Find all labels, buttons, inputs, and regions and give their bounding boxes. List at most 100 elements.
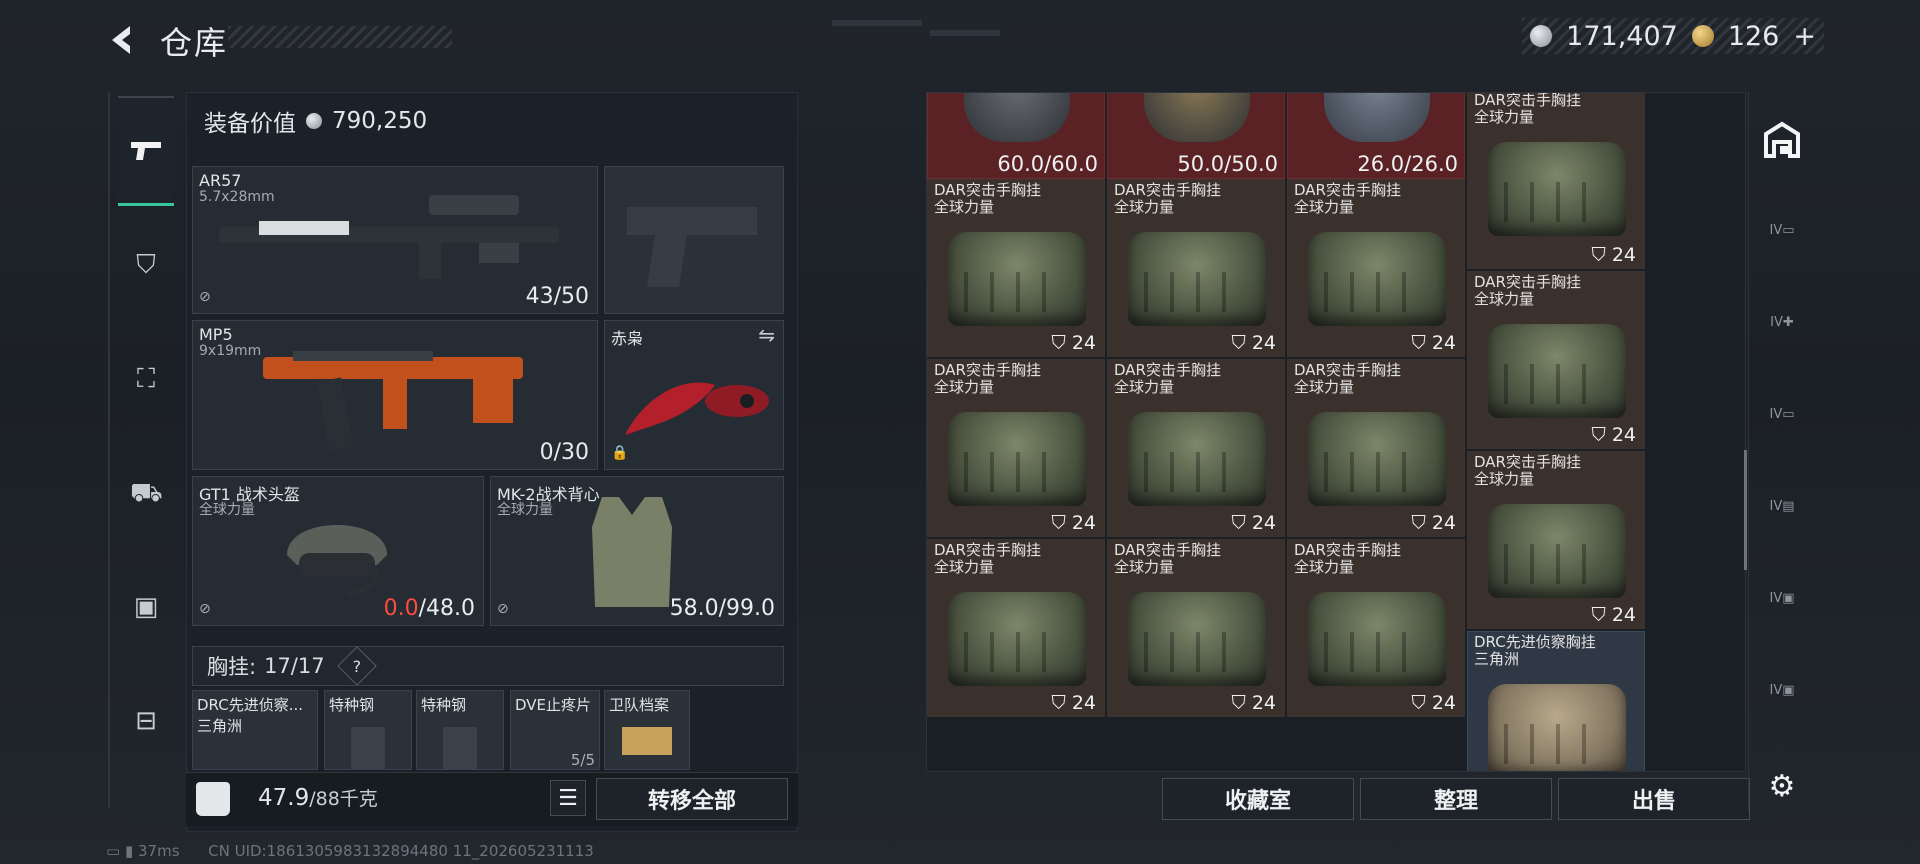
stash-item-chest-rig[interactable]: DAR突击手胸挂 全球力量 ⛉ 24 (1467, 451, 1645, 629)
item-label: DAR突击手胸挂 全球力量 (1474, 273, 1581, 308)
tab-stash-5[interactable]: IV ▣ (1757, 568, 1807, 628)
tab-stash-3[interactable]: IV ▭ (1757, 384, 1807, 444)
chest-rig-header: 胸挂: 17/17 ? (192, 646, 784, 686)
stash-item-mask[interactable]: 26.0/26.0 (1287, 93, 1465, 179)
chest-rig-label: 胸挂: (207, 655, 257, 679)
item-count: ⛉ 24 (1051, 332, 1096, 354)
tab-stash-6[interactable]: IV ▣ (1757, 660, 1807, 720)
item-label: DAR突击手胸挂 全球力量 (1294, 181, 1401, 216)
tab-armor[interactable]: ⛉ (118, 210, 174, 320)
stash-item-chest-rig[interactable]: DAR突击手胸挂 全球力量 ⛉ 24 (927, 539, 1105, 717)
steel-icon (443, 727, 477, 769)
tab-level: IV (1769, 590, 1783, 606)
stash-item-chest-rig[interactable]: DAR突击手胸挂 全球力量 ⛉ 24 (1287, 539, 1465, 717)
weight-icon (196, 782, 230, 816)
tab-all-stash[interactable] (1757, 110, 1807, 170)
item-sub: 三角洲 (197, 717, 243, 735)
stash-item-chest-rig[interactable]: DAR突击手胸挂 全球力量 ⛉ 24 (927, 359, 1105, 537)
tab-stash-4[interactable]: IV ▤ (1757, 476, 1807, 536)
swap-icon[interactable]: ⇋ (758, 323, 775, 347)
stash-item-recon-rig[interactable]: DRC先进侦察胸挂 三角洲 (1467, 631, 1645, 771)
equip-value-label: 装备价值 (204, 111, 296, 137)
stash-scrollbar[interactable] (1744, 450, 1747, 570)
decor-stripe (930, 30, 1000, 36)
sort-button[interactable]: 整理 (1360, 778, 1552, 820)
chest-rig-image (1488, 324, 1626, 418)
tab-stash-2[interactable]: IV ✚ (1757, 292, 1807, 352)
item-count: ⛉ 24 (1051, 692, 1096, 714)
transfer-all-button[interactable]: 转移全部 (596, 778, 788, 820)
item-name: 卫队档案 (609, 696, 670, 714)
add-currency-button[interactable]: + (1793, 21, 1816, 52)
collection-room-button[interactable]: 收藏室 (1162, 778, 1354, 820)
smg-icon (263, 351, 523, 451)
item-count: ⛉ 24 (1591, 424, 1636, 446)
vest-icon: ⛉ (136, 250, 156, 280)
chest-rig-item[interactable]: DVE止疼片 5/5 (510, 690, 600, 770)
stash-item-chest-rig[interactable]: DAR突击手胸挂 全球力量 ⛉ 24 (1467, 93, 1645, 269)
item-count: ⛉ 24 (1051, 512, 1096, 534)
tab-backpack[interactable]: ⛟ (118, 438, 174, 548)
help-button[interactable]: ? (336, 646, 377, 686)
vest-slot[interactable]: MK-2战术背心 全球力量 ⊘ 58.0/99.0 (490, 476, 784, 626)
gear-box-icon: ▣ (1782, 682, 1795, 698)
item-name: 特种钢 (329, 696, 375, 714)
secondary-weapon-slot[interactable]: MP5 9x19mm 0/30 (192, 320, 598, 470)
chest-rig-image (1308, 592, 1446, 686)
vest-durability: 58.0/99.0 (669, 596, 775, 621)
item-label: DRC先进侦察胸挂 三角洲 (1474, 633, 1596, 668)
helmet-image (1144, 93, 1250, 142)
stash-item-helmet[interactable]: 60.0/60.0 (927, 93, 1105, 179)
settings-button[interactable]: ⚙ (1757, 756, 1807, 816)
tab-level: IV (1769, 682, 1783, 698)
gear-icon: ⚙ (1768, 768, 1796, 804)
unlocked-icon: ⊘ (199, 289, 211, 305)
weapon-caliber: 9x19mm (199, 343, 262, 359)
stash-item-chest-rig[interactable]: DAR突击手胸挂 全球力量 ⛉ 24 (1107, 539, 1285, 717)
stash-item-chest-rig[interactable]: DAR突击手胸挂 全球力量 ⛉ 24 (1107, 179, 1285, 357)
chest-rig-item[interactable]: DRC先进侦察... 三角洲 (192, 690, 318, 770)
item-label: DAR突击手胸挂 全球力量 (934, 541, 1041, 576)
chest-rig-item[interactable]: 特种钢 (324, 690, 412, 770)
tab-stash-1[interactable]: IV ▭ (1757, 200, 1807, 260)
helmet-brand: 全球力量 (199, 502, 255, 518)
stash-item-chest-rig[interactable]: DAR突击手胸挂 全球力量 ⛉ 24 (1287, 179, 1465, 357)
ammo-count: 0/30 (539, 440, 589, 465)
sell-button[interactable]: 出售 (1558, 778, 1750, 820)
user-uid: CN UID:1861305983132894480 11_2026052311… (208, 842, 594, 860)
chest-rig-image (948, 592, 1086, 686)
pistol-slot-empty[interactable] (604, 166, 784, 314)
stash-item-chest-rig[interactable]: DAR突击手胸挂 全球力量 ⛉ 24 (927, 179, 1105, 357)
item-label: DAR突击手胸挂 全球力量 (934, 181, 1041, 216)
tab-helmet[interactable]: ⛶ (118, 324, 174, 434)
item-label: DAR突击手胸挂 全球力量 (1114, 541, 1221, 576)
back-button[interactable] (104, 22, 140, 58)
tab-toolbox[interactable]: ⊟ (118, 666, 174, 776)
file-icon (622, 727, 672, 755)
unlocked-icon: ⊘ (497, 601, 509, 617)
helmet-durability: 0.0/48.0 (383, 596, 475, 621)
tab-case[interactable]: ▣ (118, 552, 174, 662)
item-durability: 50.0/50.0 (1177, 152, 1278, 176)
weight-max: /88千克 (309, 788, 378, 810)
tab-weapons[interactable] (118, 96, 174, 206)
stash-item-chest-rig[interactable]: DAR突击手胸挂 全球力量 ⛉ 24 (1107, 359, 1285, 537)
melee-slot[interactable]: 赤枭 ⇋ 🔒 (604, 320, 784, 470)
stash-home-icon (1764, 121, 1800, 158)
ammo-icon: ▭ (1782, 406, 1795, 422)
status-bar: ▭ ▮ 37ms CN UID:1861305983132894480 11_2… (106, 842, 594, 860)
stash-item-helmet[interactable]: 50.0/50.0 (1107, 93, 1285, 179)
list-icon: ☰ (558, 785, 578, 811)
folder-icon: ▤ (1782, 498, 1795, 514)
ping: 37ms (138, 842, 180, 860)
chest-rig-item[interactable]: 特种钢 (416, 690, 504, 770)
list-view-button[interactable]: ☰ (550, 780, 586, 816)
stash-item-chest-rig[interactable]: DAR突击手胸挂 全球力量 ⛉ 24 (1467, 271, 1645, 449)
primary-weapon-slot[interactable]: AR57 5.7x28mm ⊘ 43/50 (192, 166, 598, 314)
stash-item-chest-rig[interactable]: DAR突击手胸挂 全球力量 ⛉ 24 (1287, 359, 1465, 537)
toolbox-icon: ⊟ (135, 706, 157, 736)
weapon-name: MP5 (199, 325, 233, 344)
helmet-slot[interactable]: GT1 战术头盔 全球力量 ⊘ 0.0/48.0 (192, 476, 484, 626)
chest-rig-image (1128, 412, 1266, 506)
chest-rig-item[interactable]: 卫队档案 (604, 690, 690, 770)
